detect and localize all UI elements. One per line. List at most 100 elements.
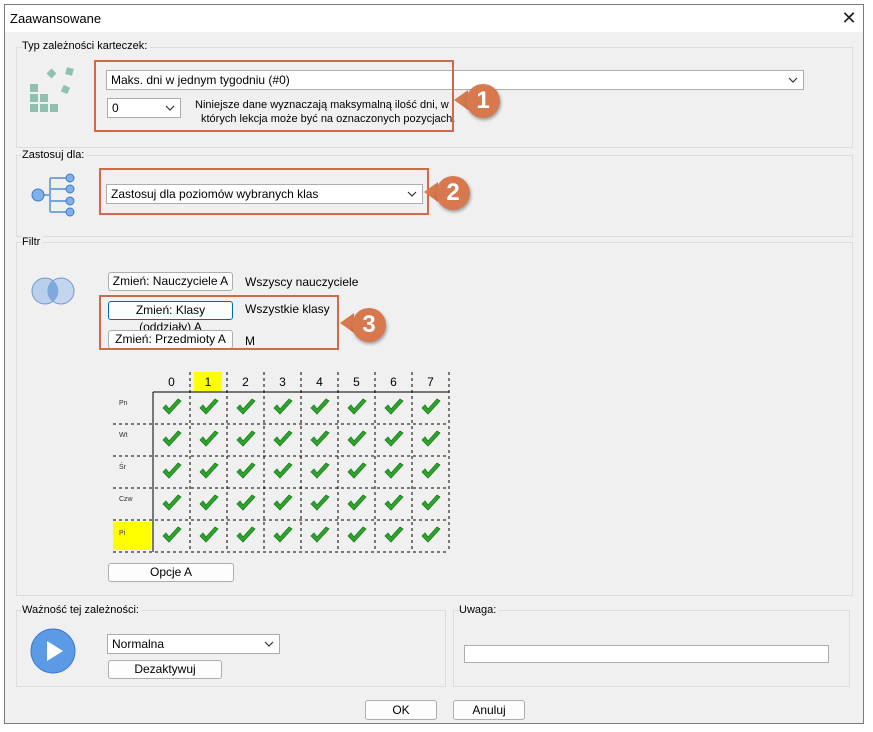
checkmark-icon [162, 494, 182, 511]
grid-cell[interactable] [412, 520, 449, 552]
row-header[interactable]: Śr [113, 458, 151, 486]
venn-icon [31, 277, 75, 305]
grid-cell[interactable] [375, 456, 412, 488]
checkmark-icon [421, 462, 441, 479]
grid-cell[interactable] [412, 488, 449, 520]
checkmark-icon [310, 462, 330, 479]
deactivate-button[interactable]: Dezaktywuj [108, 660, 222, 679]
ok-button[interactable]: OK [365, 700, 437, 720]
checkmark-icon [199, 398, 219, 415]
grid-cell[interactable] [412, 392, 449, 424]
row-header[interactable]: Pn [113, 394, 151, 422]
grid-cell[interactable] [375, 392, 412, 424]
teachers-value: Wszyscy nauczyciele [245, 275, 359, 289]
checkmark-icon [199, 526, 219, 543]
column-header[interactable]: 2 [227, 372, 264, 392]
grid-cell[interactable] [301, 488, 338, 520]
cancel-button[interactable]: Anuluj [453, 700, 525, 720]
note-input[interactable] [464, 645, 829, 663]
checkmark-icon [273, 494, 293, 511]
highlight-box-2 [99, 168, 429, 215]
importance-combo[interactable]: Normalna [107, 634, 280, 654]
column-header[interactable]: 0 [153, 372, 190, 392]
checkmark-icon [273, 462, 293, 479]
checkmark-icon [384, 430, 404, 447]
grid-cell[interactable] [227, 424, 264, 456]
grid-cell[interactable] [227, 456, 264, 488]
grid-cell[interactable] [190, 392, 227, 424]
grid-cell[interactable] [190, 456, 227, 488]
checkmark-icon [421, 494, 441, 511]
tree-icon [31, 173, 75, 217]
checkmark-icon [162, 462, 182, 479]
grid-cell[interactable] [301, 392, 338, 424]
change-teachers-button[interactable]: Zmień: Nauczyciele A [108, 272, 233, 291]
grid-cell[interactable] [153, 456, 190, 488]
checkmark-icon [384, 526, 404, 543]
checkmark-icon [162, 430, 182, 447]
grid-cell[interactable] [153, 392, 190, 424]
grid-cell[interactable] [338, 392, 375, 424]
checkmark-icon [273, 430, 293, 447]
grid-cell[interactable] [264, 424, 301, 456]
importance-value: Normalna [112, 637, 165, 651]
callout-badge-3: 3 [352, 308, 386, 342]
column-header[interactable]: 6 [375, 372, 412, 392]
checkmark-icon [347, 430, 367, 447]
note-group-label: Uwaga: [459, 604, 500, 616]
options-button[interactable]: Opcje A [108, 563, 234, 582]
grid-cell[interactable] [301, 520, 338, 552]
window-title: Zaawansowane [10, 11, 102, 26]
grid-cell[interactable] [338, 488, 375, 520]
column-header[interactable]: 1 [194, 372, 222, 392]
grid-cell[interactable] [375, 520, 412, 552]
checkmark-icon [199, 462, 219, 479]
grid-cell[interactable] [375, 488, 412, 520]
grid-cell[interactable] [190, 424, 227, 456]
grid-cell[interactable] [412, 456, 449, 488]
checkmark-icon [236, 462, 256, 479]
row-header[interactable]: Wt [113, 426, 151, 454]
grid-cell[interactable] [153, 520, 190, 552]
highlight-box-1 [94, 60, 454, 132]
grid-cell[interactable] [153, 488, 190, 520]
grid-cell[interactable] [227, 392, 264, 424]
grid-cell[interactable] [338, 520, 375, 552]
column-header[interactable]: 3 [264, 372, 301, 392]
grid-cell[interactable] [301, 424, 338, 456]
column-header[interactable]: 4 [301, 372, 338, 392]
row-header[interactable]: Pi [113, 522, 151, 550]
checkmark-icon [236, 398, 256, 415]
grid-cell[interactable] [190, 488, 227, 520]
grid-cell[interactable] [190, 520, 227, 552]
column-header[interactable]: 7 [412, 372, 449, 392]
type-group-label: Typ zależności karteczek: [22, 40, 151, 52]
checkmark-icon [199, 430, 219, 447]
grid-cell[interactable] [264, 456, 301, 488]
row-header[interactable]: Czw [113, 490, 151, 518]
grid-cell[interactable] [338, 424, 375, 456]
column-header[interactable]: 5 [338, 372, 375, 392]
grid-cell[interactable] [264, 488, 301, 520]
checkmark-icon [347, 494, 367, 511]
title-bar: Zaawansowane ✕ [5, 5, 863, 32]
grid-cell[interactable] [412, 424, 449, 456]
checkmark-icon [421, 398, 441, 415]
cards-icon [30, 67, 74, 112]
filter-group-label: Filtr [22, 236, 44, 248]
callout-badge-2: 2 [436, 176, 470, 210]
chevron-down-icon [264, 641, 274, 647]
play-icon [30, 628, 76, 674]
checkmark-icon [310, 494, 330, 511]
grid-cell[interactable] [375, 424, 412, 456]
grid-cell[interactable] [338, 456, 375, 488]
grid-cell[interactable] [264, 520, 301, 552]
checkmark-icon [199, 494, 219, 511]
grid-cell[interactable] [264, 392, 301, 424]
grid-cell[interactable] [153, 424, 190, 456]
grid-cell[interactable] [227, 488, 264, 520]
grid-cell[interactable] [227, 520, 264, 552]
close-button[interactable]: ✕ [839, 8, 859, 28]
grid-cell[interactable] [301, 456, 338, 488]
checkmark-icon [384, 494, 404, 511]
